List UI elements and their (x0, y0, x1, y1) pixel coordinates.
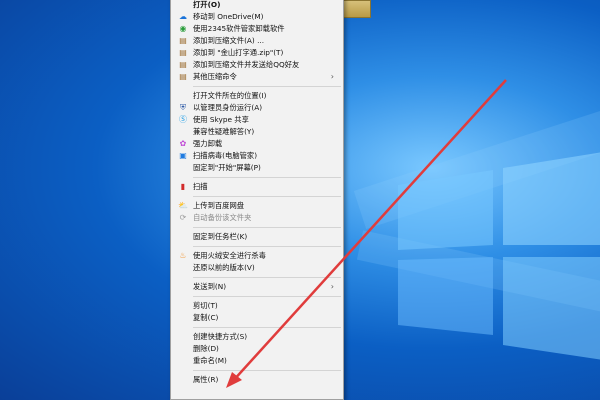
menu-separator (193, 277, 341, 278)
menu-separator (193, 296, 341, 297)
menu-item[interactable]: ◉ 使用2345软件管家卸载软件 (171, 23, 343, 35)
menu-item[interactable]: ▤ 其他压缩命令 › (171, 71, 343, 83)
menu-item-label: 属性(R) (193, 375, 219, 384)
archive-icon: ▤ (179, 72, 187, 81)
onedrive-icon: ☁ (179, 12, 187, 21)
menu-item-label: 固定到"开始"屏幕(P) (193, 163, 261, 172)
menu-item-label: 以管理员身份运行(A) (193, 103, 263, 112)
menu-item: ⟳ 自动备份该文件夹 (171, 212, 343, 224)
menu-separator (193, 370, 341, 371)
menu-separator (193, 86, 341, 87)
menu-item[interactable]: 固定到"开始"屏幕(P) (171, 162, 343, 174)
menu-item[interactable]: 创建快捷方式(S) (171, 331, 343, 343)
menu-item-label: 添加到压缩文件并发送给QQ好友 (193, 60, 300, 69)
menu-item[interactable]: ✿ 强力卸载 (171, 138, 343, 150)
menu-item-label: 添加到 "金山打字通.zip"(T) (193, 48, 284, 57)
menu-item[interactable]: Ⓢ 使用 Skype 共享 (171, 114, 343, 126)
menu-item[interactable]: 打开文件所在的位置(I) (171, 90, 343, 102)
menu-item[interactable]: 打开(O) (171, 0, 343, 11)
menu-item-label: 还原以前的版本(V) (193, 263, 255, 272)
archive-icon: ▤ (179, 48, 187, 57)
menu-item-label: 使用2345软件管家卸载软件 (193, 24, 285, 33)
menu-item[interactable]: ⛨ 以管理员身份运行(A) (171, 102, 343, 114)
menu-item-label: 剪切(T) (193, 301, 218, 310)
archive-icon: ▤ (179, 60, 187, 69)
menu-item-label: 上传到百度网盘 (193, 201, 245, 210)
menu-item[interactable]: 删除(D) (171, 343, 343, 355)
uninstall-icon: ✿ (179, 139, 187, 148)
menu-item-label: 扫描 (193, 182, 208, 191)
menu-item-label: 复制(C) (193, 313, 219, 322)
menu-item[interactable]: ♨ 使用火绒安全进行杀毒 (171, 250, 343, 262)
menu-item-label: 兼容性疑难解答(Y) (193, 127, 255, 136)
menu-item[interactable]: ▮ 扫描 (171, 181, 343, 193)
context-menu: 打开(O) ☁ 移动到 OneDrive(M) ◉ 使用2345软件管家卸载软件 ▤ 添加到… (170, 0, 344, 400)
menu-item-label: 重命名(M) (193, 356, 227, 365)
menu-item-label: 打开文件所在的位置(I) (193, 91, 267, 100)
baidu-cloud-icon: ⛅ (178, 201, 188, 210)
menu-separator (193, 327, 341, 328)
archive-icon: ▤ (179, 36, 187, 45)
menu-item-label: 移动到 OneDrive(M) (193, 12, 264, 21)
chevron-right-icon: › (330, 72, 334, 81)
menu-item[interactable]: 还原以前的版本(V) (171, 262, 343, 274)
menu-item-label: 其他压缩命令 (193, 72, 237, 81)
menu-item-label: 使用 Skype 共享 (193, 115, 249, 124)
menu-item[interactable]: ▤ 添加到压缩文件(A) ... (171, 35, 343, 47)
skype-icon: Ⓢ (179, 115, 187, 124)
menu-item[interactable]: 剪切(T) (171, 300, 343, 312)
software-manager-icon: ◉ (179, 24, 187, 33)
menu-item[interactable]: 发送到(N) › (171, 281, 343, 293)
menu-separator (193, 227, 341, 228)
menu-item[interactable]: ▤ 添加到压缩文件并发送给QQ好友 (171, 59, 343, 71)
menu-item[interactable]: ▤ 添加到 "金山打字通.zip"(T) (171, 47, 343, 59)
chevron-right-icon: › (330, 282, 334, 291)
shield-icon: ⛨ (180, 103, 186, 112)
scan-icon: ▮ (180, 182, 186, 191)
menu-item[interactable]: ⛅ 上传到百度网盘 (171, 200, 343, 212)
menu-item-label: 使用火绒安全进行杀毒 (193, 251, 266, 260)
huorong-icon: ♨ (179, 251, 187, 260)
menu-item-label: 强力卸载 (193, 139, 223, 148)
menu-item-label: 自动备份该文件夹 (193, 213, 252, 222)
menu-item-label: 添加到压缩文件(A) ... (193, 36, 265, 45)
menu-item[interactable]: 属性(R) (171, 374, 343, 386)
windows-logo (398, 152, 600, 360)
menu-item-label: 打开(O) (193, 0, 221, 9)
menu-item[interactable]: ☁ 移动到 OneDrive(M) (171, 11, 343, 23)
menu-item[interactable]: ▣ 扫描病毒(电脑管家) (171, 150, 343, 162)
menu-item[interactable]: 复制(C) (171, 312, 343, 324)
menu-separator (193, 196, 341, 197)
pc-manager-icon: ▣ (179, 151, 187, 160)
menu-item-label: 创建快捷方式(S) (193, 332, 248, 341)
menu-item-label: 固定到任务栏(K) (193, 232, 248, 241)
menu-item[interactable]: 重命名(M) (171, 355, 343, 367)
menu-item-label: 发送到(N) (193, 282, 227, 291)
menu-item-label: 删除(D) (193, 344, 219, 353)
menu-item-label: 扫描病毒(电脑管家) (193, 151, 258, 160)
menu-separator (193, 246, 341, 247)
menu-separator (193, 177, 341, 178)
menu-item[interactable]: 兼容性疑难解答(Y) (171, 126, 343, 138)
backup-icon: ⟳ (179, 213, 187, 222)
menu-item[interactable]: 固定到任务栏(K) (171, 231, 343, 243)
